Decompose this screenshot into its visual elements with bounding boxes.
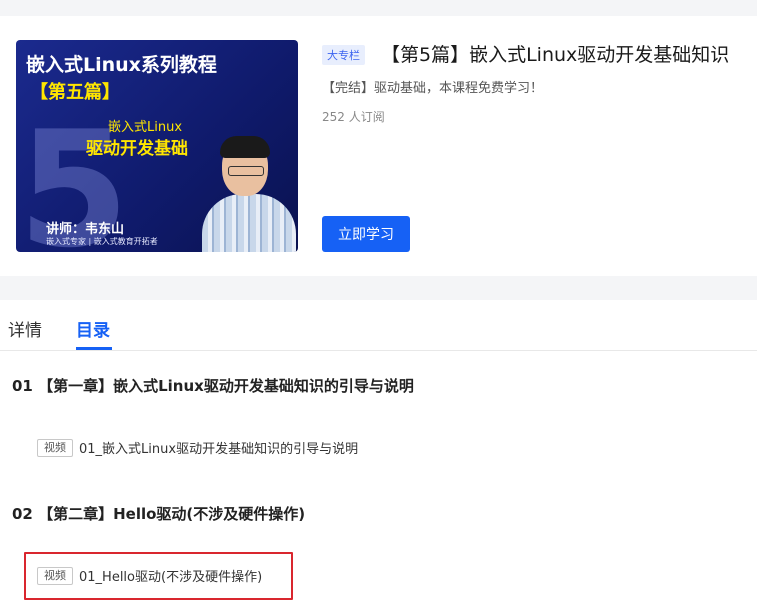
chapter-heading: 01 【第一章】嵌入式Linux驱动开发基础知识的引导与说明 xyxy=(12,377,414,395)
video-tag: 视频 xyxy=(37,438,73,457)
highlight-box xyxy=(24,552,293,600)
course-description: 【完结】驱动基础，本课程免费学习！ xyxy=(322,81,544,96)
chapter-heading: 02 【第二章】Hello驱动(不涉及硬件操作) xyxy=(12,505,306,523)
cover-line-1: 嵌入式Linux xyxy=(108,120,183,135)
subscriber-count: 252 人订阅 xyxy=(322,110,385,124)
lesson-title: 01_嵌入式Linux驱动开发基础知识的引导与说明 xyxy=(79,442,359,457)
section-gap xyxy=(0,276,757,300)
cover-tagline: 嵌入式专家 | 嵌入式教育开拓者 xyxy=(46,237,158,246)
cover-subtitle: 【第五篇】 xyxy=(30,82,120,103)
tab-catalog[interactable]: 目录 xyxy=(76,316,110,341)
top-gap xyxy=(0,0,757,16)
cover-teacher: 讲师：韦东山 xyxy=(46,222,125,237)
tab-details[interactable]: 详情 xyxy=(8,316,42,341)
column-badge: 大专栏 xyxy=(322,45,365,65)
lesson-item[interactable]: 视频 01_嵌入式Linux驱动开发基础知识的引导与说明 xyxy=(37,437,358,457)
start-learning-button[interactable]: 立即学习 xyxy=(322,216,410,252)
course-cover-image[interactable]: 5 嵌入式Linux系列教程 【第五篇】 嵌入式Linux 驱动开发基础 讲师：… xyxy=(16,40,298,252)
cover-line-2: 驱动开发基础 xyxy=(86,139,188,159)
instructor-photo xyxy=(200,136,298,252)
tab-divider xyxy=(0,350,757,351)
course-title: 【第5篇】嵌入式Linux驱动开发基础知识 xyxy=(381,44,730,66)
cover-title: 嵌入式Linux系列教程 xyxy=(26,54,217,76)
